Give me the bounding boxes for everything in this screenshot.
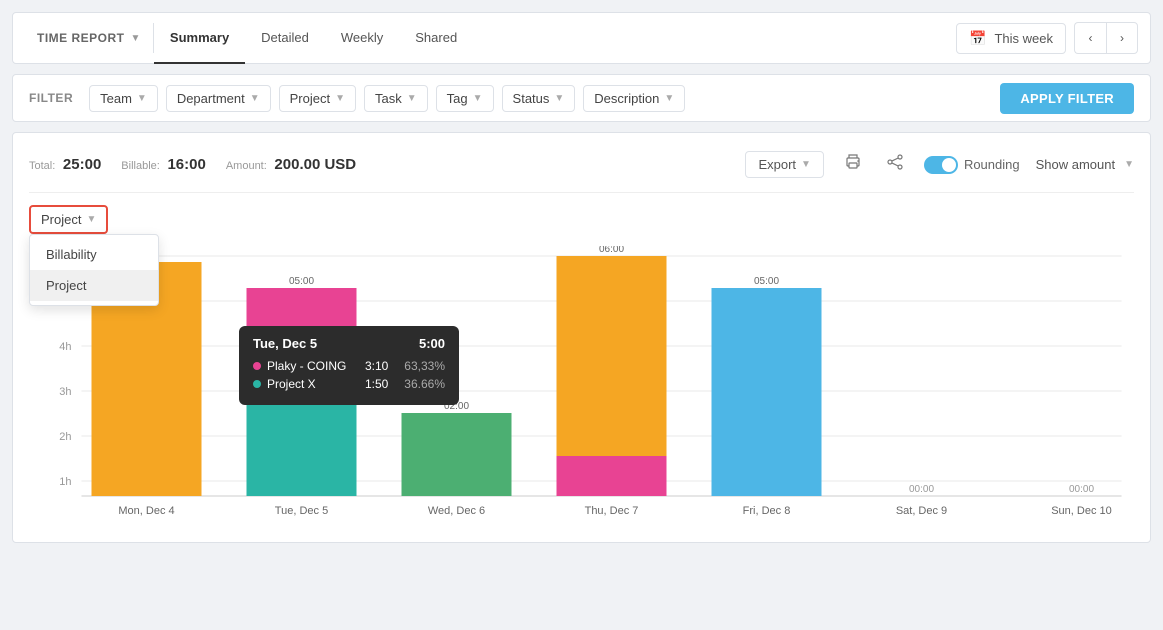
filter-tag[interactable]: Tag ▼	[436, 85, 494, 112]
apply-filter-button[interactable]: APPLY FILTER	[1000, 83, 1134, 114]
svg-text:05:00: 05:00	[754, 276, 779, 287]
svg-text:Tue, Dec 5: Tue, Dec 5	[275, 505, 328, 517]
total-stat: Total: 25:00	[29, 156, 101, 173]
svg-text:06:00: 06:00	[599, 246, 624, 255]
export-chevron-icon: ▼	[801, 159, 811, 170]
top-bar: TIME REPORT ▼ Summary Detailed Weekly Sh…	[12, 12, 1151, 64]
filter-description[interactable]: Description ▼	[583, 85, 685, 112]
billable-label: Billable:	[121, 160, 160, 172]
amount-label: Amount:	[226, 160, 267, 172]
billable-stat: Billable: 16:00	[121, 156, 206, 173]
chart-container: Project ▼ Billability Project	[29, 205, 1134, 526]
task-chevron-icon: ▼	[407, 93, 417, 104]
export-button[interactable]: Export ▼	[745, 151, 823, 178]
rounding-label: Rounding	[964, 157, 1020, 172]
show-amount-chevron-icon: ▼	[1124, 159, 1134, 170]
tab-shared[interactable]: Shared	[399, 12, 473, 64]
department-chevron-icon: ▼	[250, 93, 260, 104]
billable-value: 16:00	[167, 156, 205, 173]
groupby-dropdown-wrap: Project ▼ Billability Project	[29, 205, 108, 234]
total-value: 25:00	[63, 156, 101, 173]
show-amount-button[interactable]: Show amount ▼	[1036, 157, 1134, 172]
filter-bar: FILTER Team ▼ Department ▼ Project ▼ Tas…	[12, 74, 1151, 122]
share-button[interactable]	[882, 149, 908, 180]
svg-text:00:00: 00:00	[1069, 484, 1094, 495]
svg-text:Sun, Dec 10: Sun, Dec 10	[1051, 505, 1112, 517]
filter-project[interactable]: Project ▼	[279, 85, 356, 112]
time-report-dropdown[interactable]: TIME REPORT ▼	[25, 23, 154, 53]
show-amount-label: Show amount	[1036, 157, 1116, 172]
filter-department[interactable]: Department ▼	[166, 85, 271, 112]
bar-chart: 6h 5h 4h 3h 2h 1h 05:30 Mon, Dec 4 05:00…	[29, 246, 1134, 526]
app-container: TIME REPORT ▼ Summary Detailed Weekly Sh…	[0, 0, 1163, 630]
svg-text:Wed, Dec 6: Wed, Dec 6	[428, 505, 485, 517]
svg-text:Mon, Dec 4: Mon, Dec 4	[118, 505, 174, 517]
status-chevron-icon: ▼	[554, 93, 564, 104]
groupby-dropdown-button[interactable]: Project ▼	[29, 205, 108, 234]
svg-text:4h: 4h	[59, 341, 71, 353]
groupby-dropdown-menu: Billability Project	[29, 234, 159, 306]
svg-text:Thu, Dec 7: Thu, Dec 7	[585, 505, 639, 517]
bar-thu-top[interactable]	[557, 256, 667, 456]
team-chevron-icon: ▼	[137, 93, 147, 104]
bar-thu-bottom[interactable]	[557, 456, 667, 496]
stats-row: Total: 25:00 Billable: 16:00 Amount: 200…	[29, 149, 1134, 193]
bar-tue-top[interactable]	[247, 288, 357, 392]
rounding-toggle: Rounding	[924, 156, 1020, 174]
filter-task[interactable]: Task ▼	[364, 85, 428, 112]
svg-text:3h: 3h	[59, 386, 71, 398]
filter-team[interactable]: Team ▼	[89, 85, 158, 112]
filter-status[interactable]: Status ▼	[502, 85, 576, 112]
svg-text:2h: 2h	[59, 431, 71, 443]
print-button[interactable]	[840, 149, 866, 180]
amount-value: 200.00 USD	[274, 156, 356, 173]
date-range-label: This week	[994, 31, 1053, 46]
description-chevron-icon: ▼	[664, 93, 674, 104]
top-bar-left: TIME REPORT ▼ Summary Detailed Weekly Sh…	[25, 12, 473, 64]
time-report-label: TIME REPORT	[37, 31, 125, 45]
tab-detailed[interactable]: Detailed	[245, 12, 325, 64]
project-filter-chevron-icon: ▼	[335, 93, 345, 104]
main-area: Total: 25:00 Billable: 16:00 Amount: 200…	[12, 132, 1151, 543]
rounding-toggle-switch[interactable]	[924, 156, 958, 174]
bar-fri[interactable]	[712, 288, 822, 496]
svg-text:05:00: 05:00	[289, 276, 314, 287]
bar-tue-bottom[interactable]	[247, 392, 357, 496]
stats-right: Export ▼ Rounding Show amount ▼	[745, 149, 1134, 180]
toggle-knob	[942, 158, 956, 172]
filter-label: FILTER	[29, 91, 73, 105]
svg-text:00:00: 00:00	[909, 484, 934, 495]
svg-text:Fri, Dec 8: Fri, Dec 8	[743, 505, 791, 517]
chart-area: 6h 5h 4h 3h 2h 1h 05:30 Mon, Dec 4 05:00…	[29, 246, 1134, 526]
tab-summary[interactable]: Summary	[154, 12, 245, 64]
groupby-option-billability[interactable]: Billability	[30, 239, 158, 270]
bar-wed[interactable]	[402, 413, 512, 496]
calendar-icon: 📅	[969, 30, 986, 47]
svg-text:Sat, Dec 9: Sat, Dec 9	[896, 505, 947, 517]
prev-week-button[interactable]: ‹	[1074, 22, 1106, 54]
amount-stat: Amount: 200.00 USD	[226, 156, 356, 173]
svg-text:1h: 1h	[59, 476, 71, 488]
next-week-button[interactable]: ›	[1106, 22, 1138, 54]
date-nav: ‹ ›	[1074, 22, 1138, 54]
groupby-chevron-icon: ▼	[86, 214, 96, 225]
tag-chevron-icon: ▼	[473, 93, 483, 104]
svg-text:02:00: 02:00	[444, 401, 469, 412]
top-bar-right: 📅 This week ‹ ›	[956, 22, 1138, 54]
date-range-selector[interactable]: 📅 This week	[956, 23, 1066, 54]
total-label: Total:	[29, 160, 55, 172]
groupby-option-project[interactable]: Project	[30, 270, 158, 301]
tab-weekly[interactable]: Weekly	[325, 12, 399, 64]
time-report-chevron-icon: ▼	[131, 33, 141, 44]
groupby-label: Project	[41, 212, 81, 227]
export-label: Export	[758, 157, 796, 172]
